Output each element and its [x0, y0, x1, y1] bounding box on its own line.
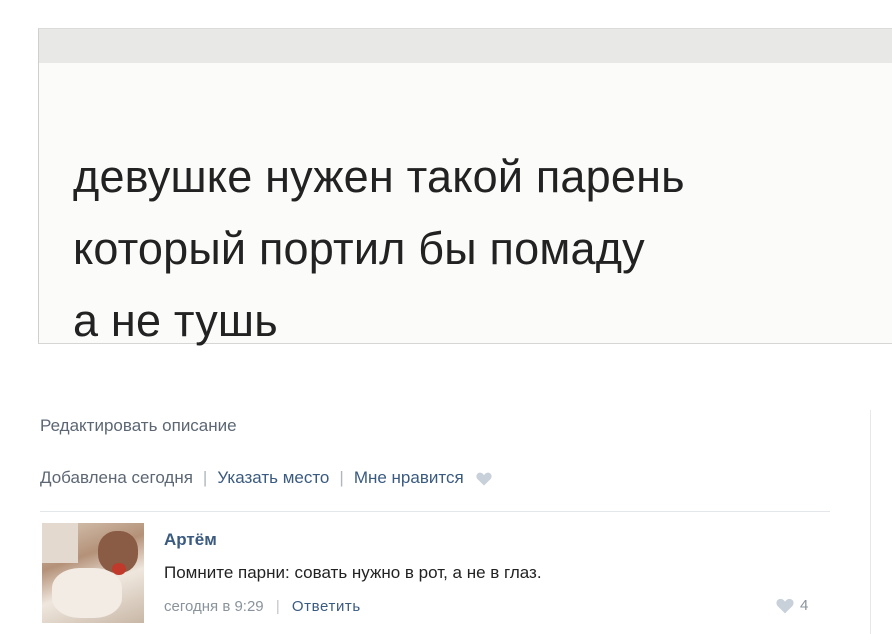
- heart-icon: [776, 598, 794, 613]
- section-divider: [40, 511, 830, 512]
- added-date: Добавлена сегодня: [40, 468, 193, 487]
- comment-meta: сегодня в 9:29 | Ответить: [164, 598, 361, 615]
- comment-time[interactable]: сегодня в 9:29: [164, 598, 264, 615]
- comment-like-button[interactable]: 4: [776, 597, 808, 614]
- like-label: Мне нравится: [353, 468, 464, 487]
- comment-like-count: 4: [800, 597, 809, 614]
- separator: |: [275, 598, 280, 615]
- reply-button[interactable]: Ответить: [292, 598, 361, 615]
- caption-line: а не тушь: [73, 295, 278, 346]
- vertical-divider: [870, 410, 871, 634]
- separator: |: [339, 468, 344, 487]
- avatar-shape: [52, 568, 122, 618]
- caption-line: девушке нужен такой парень: [73, 151, 685, 202]
- photo-top-bar: [39, 29, 892, 63]
- set-location-link[interactable]: Указать место: [217, 468, 329, 488]
- avatar-shape: [42, 523, 78, 563]
- avatar-shape: [112, 563, 126, 575]
- photo-actions-row: Добавлена сегодня | Указать место | Мне …: [40, 468, 493, 488]
- photo-frame[interactable]: девушке нужен такой парень который порти…: [38, 28, 892, 346]
- comment-author-link[interactable]: Артём: [164, 530, 217, 550]
- edit-description-link[interactable]: Редактировать описание: [40, 416, 237, 436]
- photo-image[interactable]: девушке нужен такой парень который порти…: [39, 63, 892, 346]
- heart-icon: [476, 472, 493, 486]
- comment-text: Помните парни: совать нужно в рот, а не …: [164, 563, 542, 582]
- avatar[interactable]: [42, 523, 144, 623]
- separator: |: [202, 468, 208, 487]
- like-button[interactable]: Мне нравится: [354, 468, 493, 488]
- caption-line: который портил бы помаду: [73, 223, 645, 274]
- photo-caption: девушке нужен такой парень который порти…: [73, 141, 685, 357]
